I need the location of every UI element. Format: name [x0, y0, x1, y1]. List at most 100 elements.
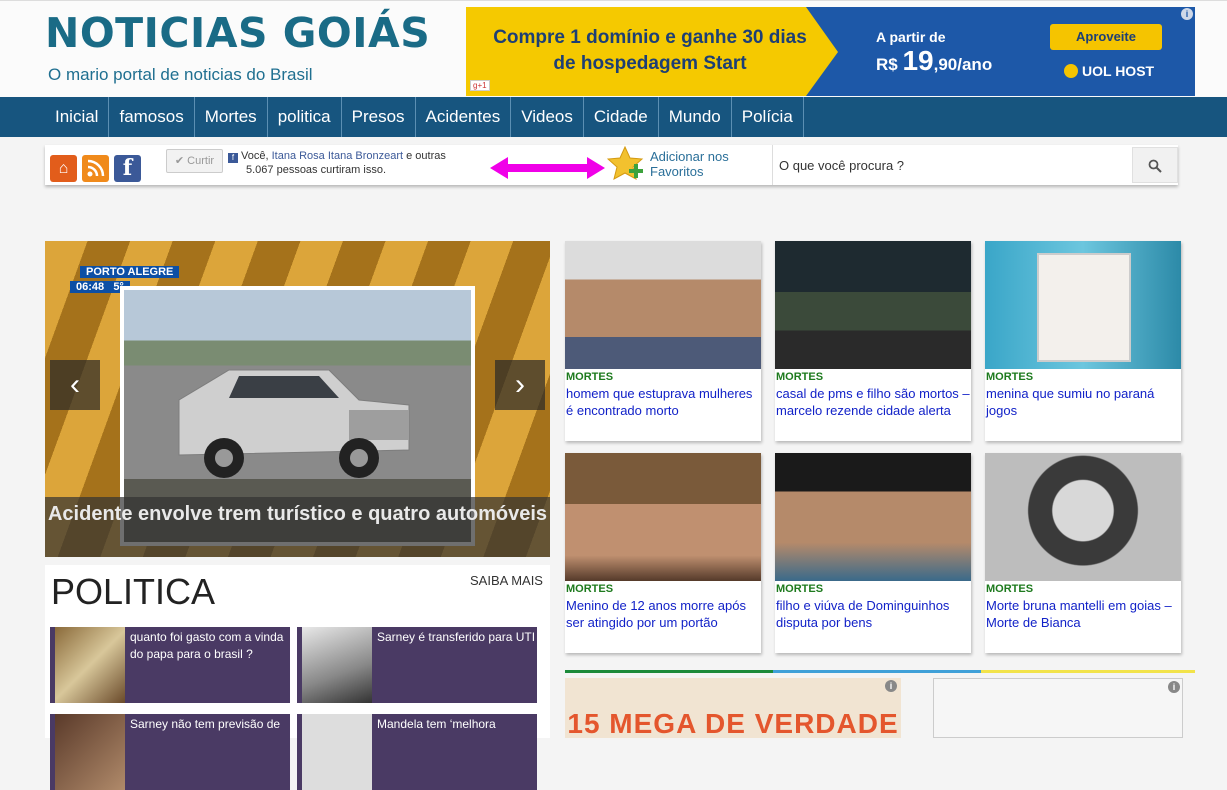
search-icon — [1148, 159, 1162, 173]
ad-headline-line1: Compre 1 domínio e ganhe 30 dias — [493, 27, 807, 48]
slider-caption[interactable]: Acidente envolve trem turístico e quatro… — [45, 497, 550, 557]
nav-list: Inicial famosos Mortes politica Presos A… — [45, 97, 804, 137]
top-ad-banner[interactable]: Compre 1 domínio e ganhe 30 dias de hosp… — [466, 7, 1195, 96]
article-title[interactable]: filho e viúva de Dominguinhos disputa po… — [776, 597, 970, 631]
ad-price-currency: R$ — [876, 55, 898, 74]
gplus-button[interactable]: g+1 — [470, 80, 490, 91]
politica-item[interactable]: Sarney é transferido para UTI — [297, 627, 537, 703]
slider-next-button[interactable]: › — [495, 360, 545, 410]
nav-item-policia[interactable]: Polícia — [732, 97, 804, 137]
article-image — [775, 241, 971, 369]
article-card[interactable]: MORTES filho e viúva de Dominguinhos dis… — [775, 453, 971, 653]
facebook-icon[interactable]: f — [114, 155, 141, 182]
favorite-star-icon[interactable] — [607, 145, 647, 185]
politica-item-text: Sarney é transferido para UTI — [377, 630, 536, 644]
bottom-ad-text: 15 MEGA DE VERDADE — [567, 708, 899, 738]
politica-item[interactable]: Sarney não tem previsão de — [50, 714, 290, 790]
fb-prefix: Você, — [241, 150, 269, 162]
fb-friend-names[interactable]: Itana Rosa Itana Bronzeart — [272, 150, 403, 162]
article-title[interactable]: homem que estuprava mulheres é encontrad… — [566, 385, 760, 419]
section-title: POLITICA — [51, 571, 216, 612]
ad-price-rest: ,90/ano — [933, 55, 993, 74]
main-nav: Inicial famosos Mortes politica Presos A… — [0, 97, 1227, 137]
ad-info-icon[interactable]: i — [1168, 681, 1180, 693]
search-button[interactable] — [1132, 147, 1178, 183]
fb-suffix: e outras — [406, 150, 446, 162]
ad-info-icon[interactable]: i — [1181, 8, 1193, 20]
article-image — [985, 453, 1181, 581]
article-card[interactable]: MORTES Morte bruna mantelli em goias – M… — [985, 453, 1181, 653]
article-category[interactable]: MORTES — [986, 371, 1033, 383]
politica-thumb — [302, 627, 372, 703]
tv-time: 06:48 — [76, 281, 105, 293]
ad-brand-text: UOL HOST — [1082, 63, 1155, 79]
article-category[interactable]: MORTES — [776, 371, 823, 383]
article-category[interactable]: MORTES — [566, 583, 613, 595]
nav-item-cidade[interactable]: Cidade — [584, 97, 659, 137]
search-box — [772, 145, 1179, 185]
add-favorites-link[interactable]: Adicionar nos Favoritos — [650, 149, 729, 179]
article-card[interactable]: MORTES casal de pms e filho são mortos –… — [775, 241, 971, 441]
article-image — [775, 453, 971, 581]
article-category[interactable]: MORTES — [776, 583, 823, 595]
article-card[interactable]: MORTES menina que sumiu no paraná jogos — [985, 241, 1181, 441]
nav-item-inicial[interactable]: Inicial — [45, 97, 110, 137]
politica-thumb — [55, 714, 125, 790]
news-slider[interactable]: PORTO ALEGRE 06:48 5° ‹ › Acidente envol… — [45, 241, 550, 557]
nav-item-mundo[interactable]: Mundo — [659, 97, 732, 137]
nav-item-acidentes[interactable]: Acidentes — [416, 97, 512, 137]
crashed-truck-image — [178, 369, 410, 478]
article-title[interactable]: menina que sumiu no paraná jogos — [986, 385, 1180, 419]
nav-item-videos[interactable]: Videos — [511, 97, 584, 137]
ad-headline: Compre 1 domínio e ganhe 30 dias de hosp… — [466, 25, 834, 77]
nav-item-mortes[interactable]: Mortes — [195, 97, 268, 137]
social-toolbar: ⌂ f ✔ Curtir f Você, Itana Rosa Itana Bro… — [45, 145, 1178, 185]
ad-cta-button[interactable]: Aproveite — [1050, 24, 1162, 50]
saiba-mais-link[interactable]: SAIBA MAIS — [470, 573, 543, 588]
article-title[interactable]: casal de pms e filho são mortos – marcel… — [776, 385, 970, 419]
article-card[interactable]: MORTES Menino de 12 anos morre após ser … — [565, 453, 761, 653]
politica-item-text: Mandela tem ‘melhora — [377, 717, 496, 731]
ad-info-icon[interactable]: i — [885, 680, 897, 692]
article-category[interactable]: MORTES — [566, 371, 613, 383]
politica-item-text: Sarney não tem previsão de — [130, 717, 281, 731]
article-category[interactable]: MORTES — [986, 583, 1033, 595]
politica-thumb — [55, 627, 125, 703]
home-icon[interactable]: ⌂ — [50, 155, 77, 182]
double-arrow-icon — [490, 157, 605, 179]
search-input[interactable] — [773, 145, 1129, 185]
site-logo[interactable]: NOTICIAS GOIÁS — [45, 9, 430, 57]
fb-like-text: f Você, Itana Rosa Itana Bronzeart e outr… — [228, 149, 468, 177]
ad-headline-line2: de hospedagem Start — [553, 53, 747, 74]
article-card[interactable]: MORTES homem que estuprava mulheres é en… — [565, 241, 761, 441]
color-divider — [565, 670, 1195, 673]
favorites-line2: Favoritos — [650, 164, 704, 179]
bottom-ad-right[interactable]: i — [933, 678, 1183, 738]
article-title[interactable]: Menino de 12 anos morre após ser atingid… — [566, 597, 760, 631]
nav-item-famosos[interactable]: famosos — [109, 97, 195, 137]
politica-item[interactable]: quanto foi gasto com a vinda do papa par… — [50, 627, 290, 703]
article-photo-frame — [1037, 253, 1131, 362]
fb-like-button[interactable]: ✔ Curtir — [166, 149, 223, 173]
ad-price-label: A partir de — [876, 29, 946, 45]
ad-brand: UOL HOST — [1064, 63, 1154, 79]
article-title[interactable]: Morte bruna mantelli em goias – Morte de… — [986, 597, 1180, 631]
rss-icon[interactable] — [82, 155, 109, 182]
nav-item-politica[interactable]: politica — [268, 97, 342, 137]
favorites-line1: Adicionar nos — [650, 149, 729, 164]
bottom-ad-left[interactable]: 15 MEGA DE VERDADE i — [565, 678, 901, 738]
uol-logo-icon — [1064, 64, 1078, 78]
slider-prev-button[interactable]: ‹ — [50, 360, 100, 410]
ad-price: R$ 19,90/ano — [876, 45, 992, 77]
fb-small-icon: f — [228, 153, 238, 163]
site-header: NOTICIAS GOIÁS O mario portal de noticia… — [0, 0, 1227, 98]
article-image — [565, 453, 761, 581]
fb-like-count: 5.067 pessoas curtiram isso. — [246, 164, 387, 176]
article-image — [985, 241, 1181, 369]
tv-city-label: PORTO ALEGRE — [80, 266, 180, 278]
politica-item[interactable]: Mandela tem ‘melhora — [297, 714, 537, 790]
politica-section: POLITICA SAIBA MAIS quanto foi gasto com… — [45, 565, 550, 790]
politica-thumb — [302, 714, 372, 790]
nav-item-presos[interactable]: Presos — [342, 97, 416, 137]
article-image — [565, 241, 761, 369]
